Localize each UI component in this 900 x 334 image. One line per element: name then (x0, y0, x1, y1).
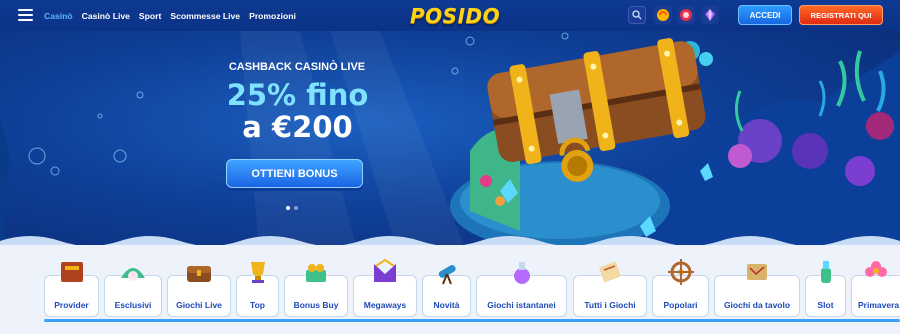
category-label: Giochi da tavolo (723, 300, 791, 310)
hero-title-line2: a €200 (242, 110, 353, 144)
category-esclusivi[interactable]: Esclusivi (104, 268, 162, 317)
category-label: Popolari (663, 300, 698, 310)
category-provider[interactable]: Provider (44, 262, 99, 317)
posido-logo[interactable]: POSIDO (410, 4, 500, 28)
category-label: Giochi istantanei (487, 300, 556, 310)
book-icon (60, 262, 83, 282)
hero-subtitle: CASHBACK CASINÒ LIVE (228, 61, 366, 73)
gem-promo-icon[interactable] (677, 6, 695, 24)
crystal-promo-icon[interactable] (701, 6, 719, 24)
category-slot[interactable]: Slot (805, 261, 846, 317)
category-giochi-live[interactable]: Giochi Live (167, 266, 231, 317)
hero-banner: CASHBACK CASINÒ LIVE 25% fino a €200 OTT… (0, 31, 900, 261)
hero-title-line1: 25% fino (226, 78, 369, 112)
category-label: Provider (54, 300, 89, 310)
ship-wheel-icon (667, 259, 694, 285)
category-label: Novità (433, 300, 460, 310)
potion-icon (513, 262, 530, 284)
category-strip: Provider Esclusivi Giochi Live Top Bonus… (0, 245, 900, 334)
carousel-dot-1[interactable] (286, 206, 290, 210)
login-button[interactable]: ACCEDI (738, 5, 792, 25)
category-label: Primavera (858, 300, 900, 310)
hero-title: 25% fino a €200 (205, 79, 390, 143)
nav-scommesse-live[interactable]: Scommesse Live (170, 11, 240, 21)
nav-promozioni[interactable]: Promozioni (249, 11, 296, 21)
category-label: Bonus Buy (293, 300, 339, 310)
category-megaways[interactable]: Megaways (353, 258, 417, 317)
nav-casino-live[interactable]: Casinò Live (82, 11, 130, 21)
category-label: Esclusivi (114, 300, 152, 310)
coin-promo-icon[interactable] (654, 6, 672, 24)
flower-icon (865, 261, 887, 277)
category-top[interactable]: Top (236, 262, 279, 317)
top-header: Casinò Casinò Live Sport Scommesse Live … (0, 0, 900, 31)
m-crown-icon (374, 258, 396, 282)
category-label: Top (250, 300, 265, 310)
telescope-icon (438, 265, 456, 285)
treasure-icon (306, 264, 326, 282)
map-book-icon (747, 264, 767, 280)
scroll-icon (599, 261, 621, 283)
category-label: Slot (817, 300, 834, 310)
category-bonus-buy[interactable]: Bonus Buy (284, 264, 348, 317)
category-popolari[interactable]: Popolari (652, 259, 709, 317)
carousel-dot-2[interactable] (294, 206, 298, 210)
shell-pearl-icon (121, 268, 145, 281)
bottle-icon (820, 261, 831, 283)
category-tutti-i-giochi[interactable]: Tutti i Giochi (573, 261, 647, 317)
main-nav: Casinò Casinò Live Sport Scommesse Live … (44, 0, 296, 31)
underwater-scene-illustration (0, 31, 900, 261)
strip-scroll-indicator[interactable] (44, 319, 900, 322)
category-giochi-da-tavolo[interactable]: Giochi da tavolo (714, 264, 800, 317)
search-icon[interactable] (628, 6, 646, 24)
hamburger-menu-icon[interactable] (18, 9, 33, 21)
nav-casino[interactable]: Casinò (44, 11, 73, 21)
category-label: Giochi Live (176, 300, 222, 310)
get-bonus-button[interactable]: OTTIENI BONUS (226, 159, 363, 188)
carousel-dots (286, 206, 298, 210)
register-button[interactable]: REGISTRATI QUI (799, 5, 883, 25)
category-giochi-istantanei[interactable]: Giochi istantanei (476, 262, 567, 317)
category-label: Tutti i Giochi (584, 300, 636, 310)
nav-sport[interactable]: Sport (139, 11, 161, 21)
category-novita[interactable]: Novità (422, 265, 471, 317)
category-label: Megaways (363, 300, 407, 310)
chest-icon (187, 266, 211, 282)
category-primavera[interactable]: Primavera (851, 261, 900, 317)
trophy-icon (250, 262, 265, 283)
